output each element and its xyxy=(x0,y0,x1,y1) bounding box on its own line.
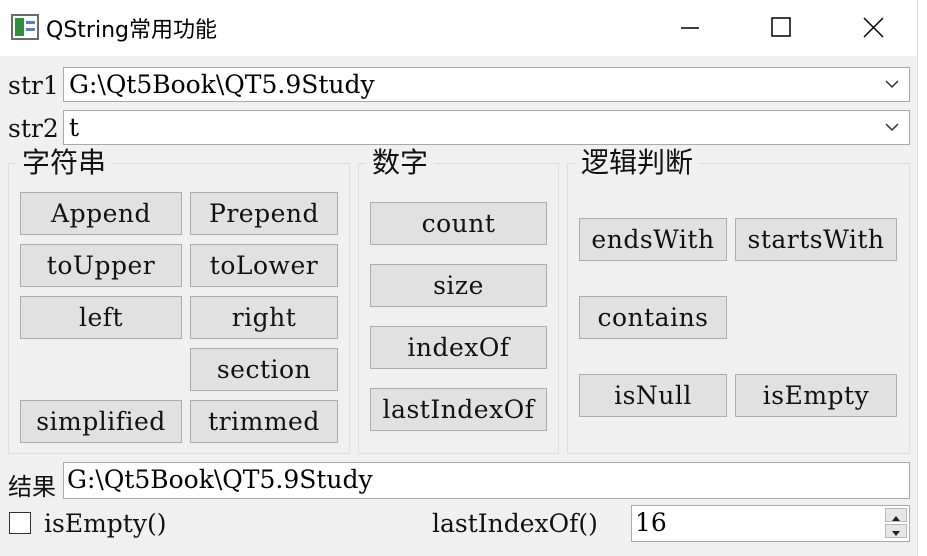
minimize-button[interactable] xyxy=(644,0,736,56)
triangle-up-icon xyxy=(892,516,900,521)
count-button[interactable]: count xyxy=(370,202,547,245)
last-index-of-button[interactable]: lastIndexOf xyxy=(370,388,547,431)
main-window: QString常用功能 str1 G:\Qt5Book\QT5.9Study s… xyxy=(0,0,918,556)
result-value: G:\Qt5Book\QT5.9Study xyxy=(67,465,373,494)
last-index-of-spinbox[interactable]: 16 xyxy=(631,505,910,542)
append-button[interactable]: Append xyxy=(20,192,182,235)
spin-up-button[interactable] xyxy=(885,508,907,522)
str2-value: t xyxy=(69,113,80,142)
minimize-icon xyxy=(681,27,699,29)
str1-label: str1 xyxy=(8,71,59,100)
size-button[interactable]: size xyxy=(370,264,547,307)
result-field[interactable]: G:\Qt5Book\QT5.9Study xyxy=(63,462,910,499)
number-group-title: 数字 xyxy=(366,147,435,179)
str1-value: G:\Qt5Book\QT5.9Study xyxy=(69,70,375,99)
str2-label: str2 xyxy=(8,114,59,143)
ends-with-button[interactable]: endsWith xyxy=(579,218,727,261)
to-upper-button[interactable]: toUpper xyxy=(20,244,182,287)
str1-combobox[interactable]: G:\Qt5Book\QT5.9Study xyxy=(63,67,910,102)
left-button[interactable]: left xyxy=(20,296,182,339)
is-empty-button[interactable]: isEmpty xyxy=(735,374,897,417)
is-empty-checkbox[interactable] xyxy=(9,512,31,534)
title-bar[interactable]: QString常用功能 xyxy=(0,0,917,56)
starts-with-button[interactable]: startsWith xyxy=(735,218,897,261)
spin-down-button[interactable] xyxy=(885,524,907,538)
right-button[interactable]: right xyxy=(190,296,338,339)
prepend-button[interactable]: Prepend xyxy=(190,192,338,235)
maximize-button[interactable] xyxy=(736,0,828,56)
app-icon xyxy=(11,14,39,40)
str2-combobox[interactable]: t xyxy=(63,110,910,145)
index-of-button[interactable]: indexOf xyxy=(370,326,547,369)
chevron-down-icon xyxy=(885,123,899,132)
logic-group-title: 逻辑判断 xyxy=(575,147,700,179)
to-lower-button[interactable]: toLower xyxy=(190,244,338,287)
maximize-icon xyxy=(771,17,791,37)
window-title: QString常用功能 xyxy=(46,18,217,43)
simplified-button[interactable]: simplified xyxy=(20,400,182,443)
triangle-down-icon xyxy=(892,531,900,536)
chevron-down-icon xyxy=(885,80,899,89)
contains-button[interactable]: contains xyxy=(579,296,727,339)
trimmed-button[interactable]: trimmed xyxy=(190,400,338,443)
section-button[interactable]: section xyxy=(190,348,338,391)
is-empty-checkbox-label: isEmpty() xyxy=(44,509,167,538)
string-group-title: 字符串 xyxy=(16,147,113,179)
close-icon xyxy=(863,17,884,38)
close-button[interactable] xyxy=(828,0,917,56)
result-label: 结果 xyxy=(8,473,56,501)
spinbox-value: 16 xyxy=(635,508,667,537)
is-null-button[interactable]: isNull xyxy=(579,374,727,417)
last-index-of-label: lastIndexOf() xyxy=(432,509,598,538)
